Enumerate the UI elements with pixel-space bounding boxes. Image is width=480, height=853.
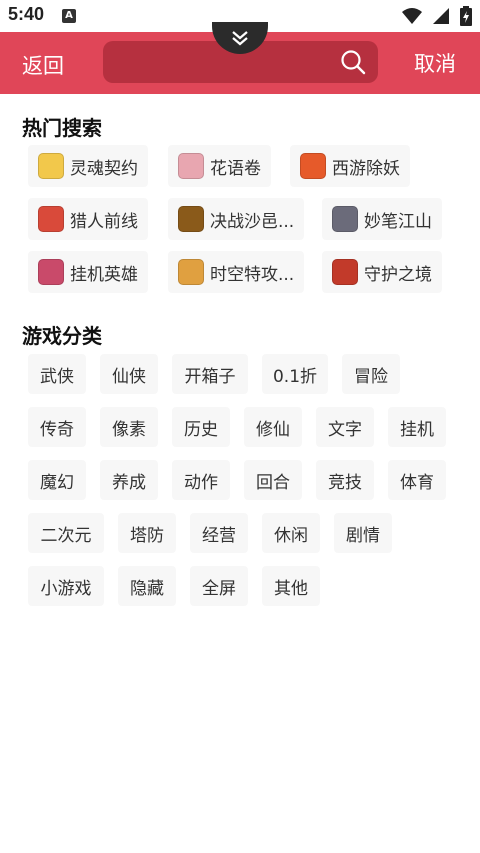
game-icon-lieren <box>38 206 64 232</box>
battery-icon <box>460 6 472 26</box>
game-icon-shikong <box>178 259 204 285</box>
hot-search-item[interactable]: 挂机英雄 <box>28 251 148 293</box>
category-chip[interactable]: 剧情 <box>334 513 392 553</box>
category-chip[interactable]: 修仙 <box>244 407 302 447</box>
category-chip[interactable]: 回合 <box>244 460 302 500</box>
category-chip[interactable]: 魔幻 <box>28 460 86 500</box>
category-chip[interactable]: 武侠 <box>28 354 86 394</box>
category-chip[interactable]: 其他 <box>262 566 320 606</box>
game-icon-juezhan <box>178 206 204 232</box>
category-chip[interactable]: 养成 <box>100 460 158 500</box>
search-icon[interactable] <box>340 49 366 75</box>
category-chip[interactable]: 历史 <box>172 407 230 447</box>
hot-search-item[interactable]: 猎人前线 <box>28 198 148 240</box>
hot-search-item[interactable]: 灵魂契约 <box>28 145 148 187</box>
game-icon-shouhu <box>332 259 358 285</box>
cancel-button[interactable]: 取消 <box>414 48 456 78</box>
category-chip[interactable]: 休闲 <box>262 513 320 553</box>
category-chip[interactable]: 隐藏 <box>118 566 176 606</box>
back-button[interactable]: 返回 <box>22 50 64 80</box>
notification-icon: A <box>62 9 76 23</box>
chevron-double-down-icon <box>232 31 248 46</box>
category-chip[interactable]: 小游戏 <box>28 566 104 606</box>
hot-search-item[interactable]: 决战沙邑... <box>168 198 305 240</box>
category-chip[interactable]: 全屏 <box>190 566 248 606</box>
game-icon-xiyou <box>300 153 326 179</box>
category-chip[interactable]: 竞技 <box>316 460 374 500</box>
status-icons <box>402 6 472 26</box>
category-chip[interactable]: 经营 <box>190 513 248 553</box>
category-chip[interactable]: 冒险 <box>342 354 400 394</box>
category-chip[interactable]: 像素 <box>100 407 158 447</box>
wifi-icon <box>402 8 422 24</box>
category-chip[interactable]: 挂机 <box>388 407 446 447</box>
hot-search-item[interactable]: 时空特攻... <box>168 251 305 293</box>
category-chip[interactable]: 体育 <box>388 460 446 500</box>
game-icon-huayu <box>178 153 204 179</box>
hot-search-item[interactable]: 妙笔江山 <box>322 198 442 240</box>
category-title: 游戏分类 <box>22 324 102 348</box>
signal-icon <box>433 8 449 24</box>
category-chip[interactable]: 文字 <box>316 407 374 447</box>
hot-search-title: 热门搜索 <box>22 116 102 140</box>
category-chip[interactable]: 仙侠 <box>100 354 158 394</box>
hot-search-item[interactable]: 守护之境 <box>322 251 442 293</box>
category-chip[interactable]: 0.1折 <box>262 354 328 394</box>
category-chip[interactable]: 传奇 <box>28 407 86 447</box>
category-chip[interactable]: 塔防 <box>118 513 176 553</box>
hot-search-item[interactable]: 花语卷 <box>168 145 271 187</box>
category-chip[interactable]: 动作 <box>172 460 230 500</box>
game-icon-guaji <box>38 259 64 285</box>
status-time: 5:40 <box>8 4 45 24</box>
category-chip[interactable]: 开箱子 <box>172 354 248 394</box>
hot-search-item[interactable]: 西游除妖 <box>290 145 410 187</box>
game-icon-linghun <box>38 153 64 179</box>
category-chip[interactable]: 二次元 <box>28 513 104 553</box>
game-icon-miaobi <box>332 206 358 232</box>
collapse-handle[interactable] <box>212 22 268 54</box>
